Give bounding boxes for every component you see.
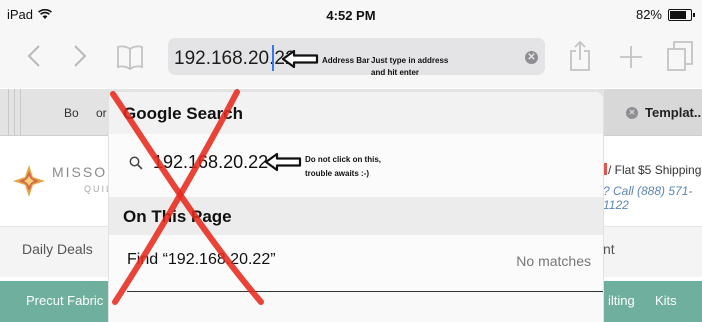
annotation-address-label: Address Bar [322,56,370,65]
share-button[interactable] [569,40,591,77]
chevron-right-icon [74,45,87,67]
category-kits[interactable]: Kits [655,293,677,308]
bookmarks-button[interactable] [116,44,144,75]
back-button[interactable] [27,44,41,73]
share-icon [570,40,590,71]
site-phone[interactable]: ? Call (888) 571-1122 [603,184,702,212]
quilt-logo-icon [12,164,46,203]
annotation-arrow-suggestion [264,152,302,177]
book-icon [117,45,143,71]
tabs-overview-button[interactable] [666,40,694,77]
category-precut-fabric[interactable]: Precut Fabric [26,293,103,308]
tab-close-button[interactable]: ✕ [626,107,638,119]
category-quilting[interactable]: ilting [608,293,635,308]
tab-divider [14,89,15,135]
find-result-count: No matches [516,253,591,269]
address-bar-text[interactable]: 192.168.20.22 [174,48,296,70]
plus-icon [620,46,642,68]
arrow-left-icon [264,152,302,172]
tab-divider [20,89,21,135]
red-cross-mark [110,89,264,305]
new-tab-button[interactable] [619,45,643,74]
clear-address-button[interactable]: ✕ [525,51,538,64]
forward-button[interactable] [73,44,87,73]
annotation-warning-2: trouble awaits :-) [305,169,370,178]
tabs-icon [667,41,693,71]
close-icon: ✕ [527,52,536,63]
annotation-warning-1: Do not click on this, [305,155,382,164]
text-cursor [272,45,274,71]
site-nav-partial[interactable]: nt [603,241,615,257]
status-right: 82% [635,7,695,22]
tab-divider [8,89,9,135]
site-promo-accent [603,163,607,175]
arrow-left-icon [281,49,319,69]
annotation-address-hint-1: Just type in address [371,56,449,65]
chevron-left-icon [27,45,40,67]
battery-icon [668,8,695,21]
close-icon: ✕ [628,108,636,117]
annotation-arrow-address [281,49,319,74]
status-time: 4:52 PM [326,8,376,23]
annotation-address-hint-2: and hit enter [371,68,420,77]
tab-right-label[interactable]: Templat... [645,105,702,120]
site-promo[interactable]: / Flat $5 Shipping [608,163,701,177]
battery-percent: 82% [635,7,662,22]
site-nav-daily-deals[interactable]: Daily Deals [22,241,93,257]
tab-left-label[interactable]: Bo [64,106,79,120]
status-bar: iPad 4:52 PM 82% [0,0,702,30]
